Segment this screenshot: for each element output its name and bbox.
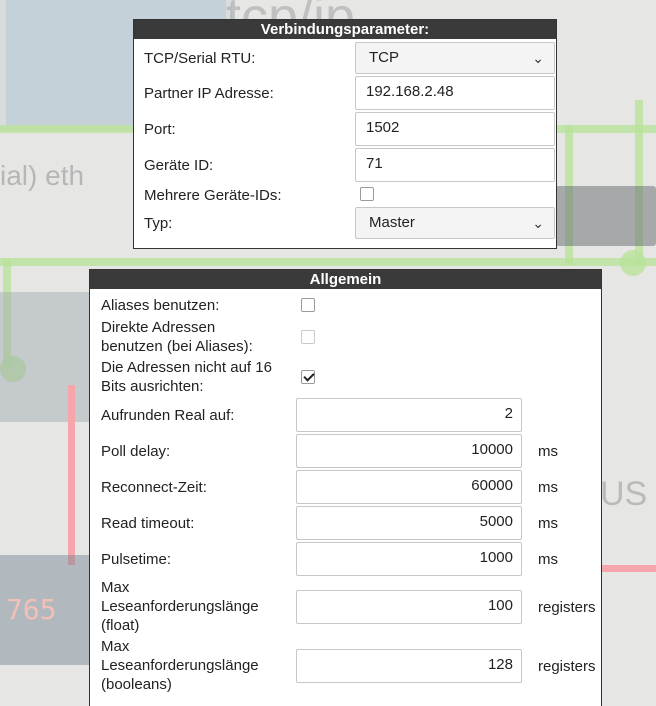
- no-align-label-line2: Bits ausrichten:: [101, 378, 204, 395]
- general-panel-title: Allgemein: [90, 270, 601, 289]
- general-panel: Allgemein Aliases benutzen: Direkte Adre…: [89, 269, 602, 706]
- connection-panel: Verbindungsparameter: TCP/Serial RTU: TC…: [133, 19, 557, 249]
- bus-watermark: US: [600, 475, 648, 513]
- type-select-value: Master: [369, 214, 415, 231]
- no-align-label-line1: Die Adressen nicht auf 16: [101, 359, 272, 376]
- round-real-input[interactable]: 2: [296, 398, 522, 432]
- meter-display: 765: [6, 593, 57, 626]
- max-read-float-input[interactable]: 100: [296, 590, 522, 624]
- poll-delay-input[interactable]: 10000: [296, 434, 522, 468]
- pulsetime-input[interactable]: 1000: [296, 542, 522, 576]
- read-timeout-unit: ms: [538, 515, 558, 532]
- port-input[interactable]: 1502: [355, 112, 555, 146]
- multiple-ids-label: Mehrere Geräte-IDs:: [144, 187, 282, 204]
- max-read-bool-label-line3: (booleans): [101, 676, 172, 693]
- direct-addresses-label-line2: benutzen (bei Aliases):: [101, 338, 253, 355]
- poll-delay-label: Poll delay:: [101, 443, 171, 460]
- read-timeout-label: Read timeout:: [101, 515, 195, 532]
- device-id-input[interactable]: 71: [355, 148, 555, 182]
- switch-illustration: [548, 186, 656, 246]
- protocol-select-value: TCP: [369, 49, 399, 66]
- max-read-float-label-line1: Max: [101, 579, 130, 596]
- pulsetime-label: Pulsetime:: [101, 551, 172, 568]
- poll-delay-unit: ms: [538, 443, 558, 460]
- network-node: [620, 250, 646, 276]
- reconnect-input[interactable]: 60000: [296, 470, 522, 504]
- no-align-checkbox[interactable]: [301, 370, 315, 384]
- read-timeout-input[interactable]: 5000: [296, 506, 522, 540]
- max-read-float-label-line2: Leseanforderungslänge: [101, 598, 259, 615]
- max-read-float-unit: registers: [538, 599, 596, 616]
- pulsetime-unit: ms: [538, 551, 558, 568]
- type-select[interactable]: Master ⌄: [355, 207, 555, 239]
- reconnect-label: Reconnect-Zeit:: [101, 479, 207, 496]
- chevron-down-icon: ⌄: [532, 215, 544, 231]
- max-read-bool-unit: registers: [538, 658, 596, 675]
- max-read-bool-input[interactable]: 128: [296, 649, 522, 683]
- multiple-ids-checkbox[interactable]: [360, 187, 374, 201]
- max-read-float-label-line3: (float): [101, 617, 140, 634]
- ethernet-watermark: ial) eth: [0, 160, 85, 191]
- plc-illustration: [0, 292, 90, 422]
- bus-line: [68, 385, 75, 565]
- partner-ip-input[interactable]: 192.168.2.48: [355, 76, 555, 110]
- direct-addresses-checkbox[interactable]: [301, 330, 315, 344]
- device-id-label: Geräte ID:: [144, 157, 214, 174]
- use-aliases-label: Aliases benutzen:: [101, 297, 220, 314]
- max-read-bool-label-line2: Leseanforderungslänge: [101, 657, 259, 674]
- network-line: [0, 258, 656, 266]
- protocol-label: TCP/Serial RTU:: [144, 50, 256, 67]
- port-label: Port:: [144, 121, 176, 138]
- connection-panel-title: Verbindungsparameter:: [134, 20, 556, 39]
- reconnect-unit: ms: [538, 479, 558, 496]
- use-aliases-checkbox[interactable]: [301, 298, 315, 312]
- partner-ip-label: Partner IP Adresse:: [144, 85, 274, 102]
- bus-line: [600, 565, 656, 572]
- round-real-label: Aufrunden Real auf:: [101, 407, 235, 424]
- max-read-bool-label-line1: Max: [101, 638, 130, 655]
- protocol-select[interactable]: TCP ⌄: [355, 42, 555, 74]
- chevron-down-icon: ⌄: [532, 50, 544, 66]
- meter-illustration: 765: [0, 555, 90, 665]
- type-label: Typ:: [144, 215, 173, 232]
- direct-addresses-label-line1: Direkte Adressen: [101, 319, 216, 336]
